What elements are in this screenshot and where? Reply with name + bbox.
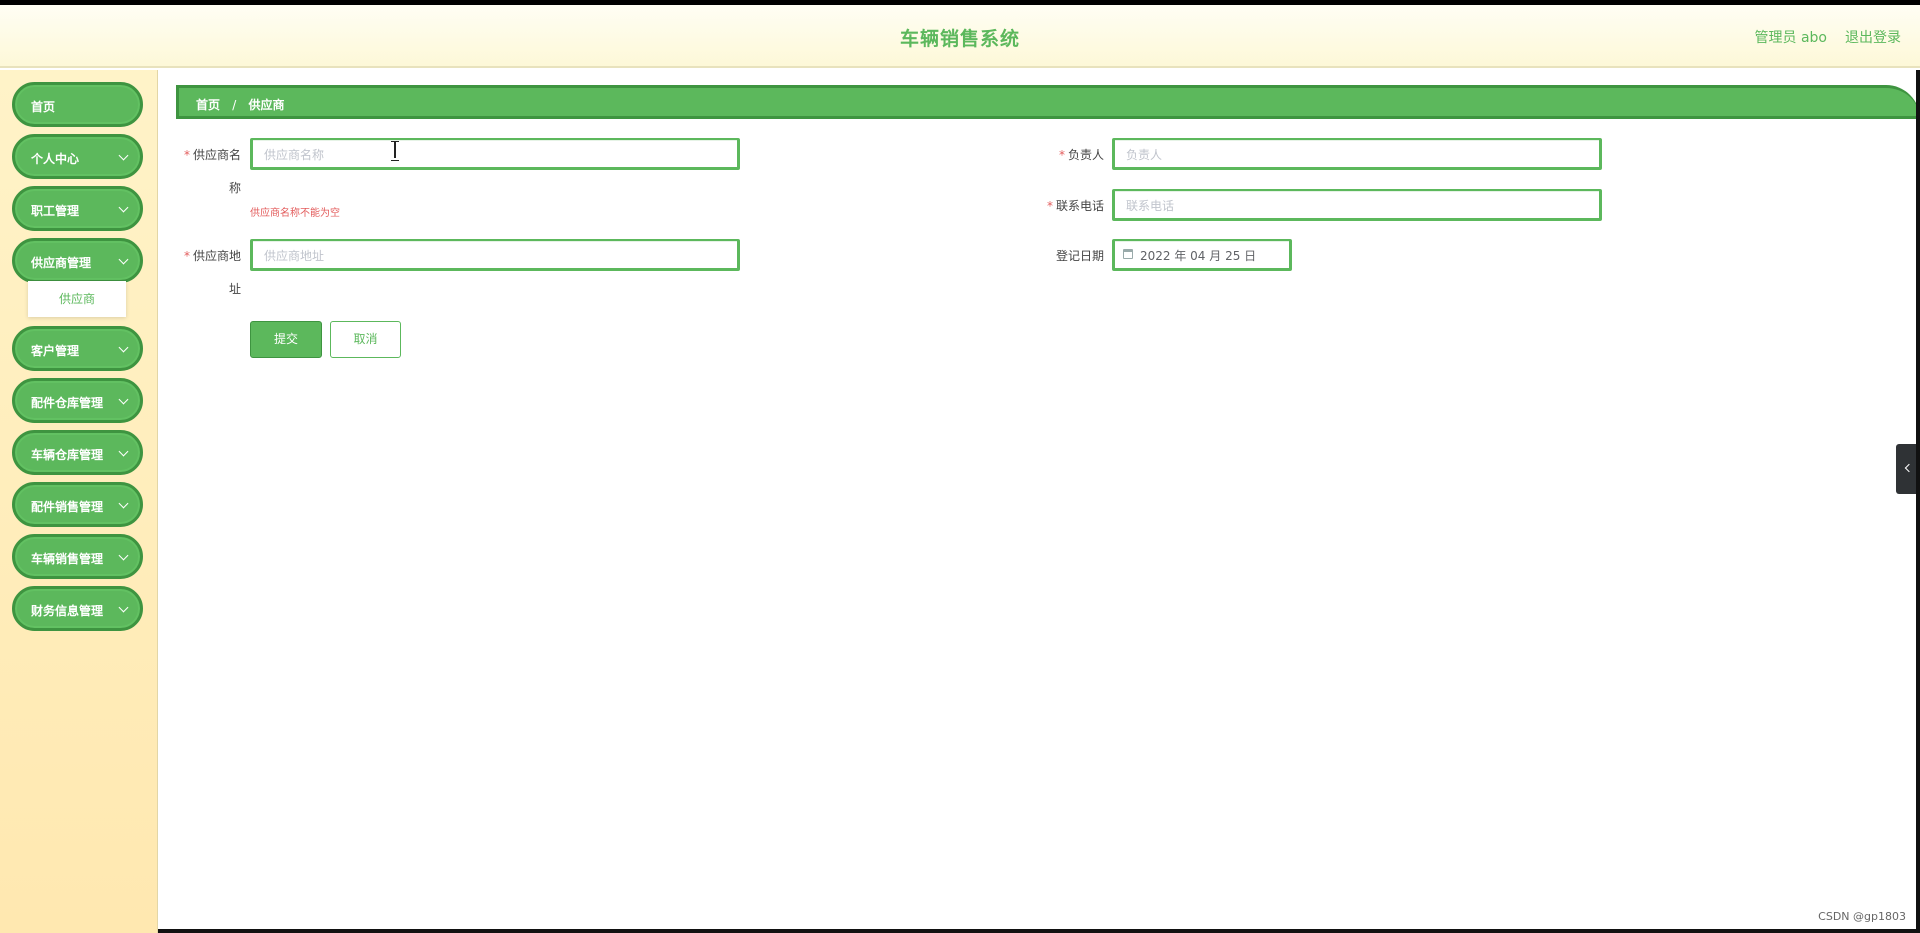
required-mark: *	[1046, 199, 1053, 213]
chevron-down-icon	[118, 550, 129, 561]
supplier-name-label: * 供应商名	[183, 148, 241, 162]
sidebar-item-label: 首页	[31, 100, 56, 114]
sidebar-item-label: 财务信息管理	[31, 604, 104, 618]
cancel-button[interactable]: 取消	[330, 321, 401, 358]
current-user: 管理员 abo	[1754, 30, 1827, 46]
sidebar-item-label: 供应商管理	[31, 256, 92, 270]
chevron-down-icon	[118, 498, 129, 509]
phone-input[interactable]: 联系电话	[1112, 189, 1602, 221]
sidebar-item-finance[interactable]: 财务信息管理	[12, 586, 143, 631]
chevron-down-icon	[118, 150, 129, 161]
chevron-down-icon	[118, 254, 129, 265]
header-bar: 车辆销售系统 管理员 abo 退出登录	[0, 5, 1920, 68]
chevron-down-icon	[118, 342, 129, 353]
submit-button[interactable]: 提交	[250, 321, 322, 358]
sidebar-item-label: 个人中心	[31, 152, 80, 166]
supplier-name-input[interactable]: 供应商名称	[250, 138, 740, 170]
chevron-down-icon	[118, 394, 129, 405]
chevron-down-icon	[118, 602, 129, 613]
supplier-address-input[interactable]: 供应商地址	[250, 239, 740, 271]
submenu-item-supplier[interactable]: 供应商	[28, 281, 126, 317]
breadcrumb: 首页 / 供应商	[176, 85, 1920, 119]
supplier-name-error: 供应商名称不能为空	[250, 208, 340, 219]
app-title: 车辆销售系统	[899, 28, 1020, 50]
calendar-icon	[1123, 249, 1133, 259]
sidebar-item-customers[interactable]: 客户管理	[12, 326, 143, 371]
phone-label: * 联系电话	[1046, 199, 1104, 213]
register-date-label: 登记日期	[1055, 249, 1104, 263]
register-date-picker[interactable]: 2022 年 04 月 25 日	[1112, 239, 1292, 271]
sidebar-item-staff[interactable]: 职工管理	[12, 186, 143, 231]
required-mark: *	[183, 249, 190, 263]
supplier-address-label-wrap: 址	[229, 282, 242, 296]
breadcrumb-current: 供应商	[248, 98, 285, 112]
contact-person-input[interactable]: 负责人	[1112, 138, 1602, 170]
sidebar-item-label: 车辆销售管理	[31, 552, 104, 566]
window-bottom-edge	[158, 929, 1920, 933]
sidebar-item-label: 车辆仓库管理	[31, 448, 104, 462]
sidebar-item-label: 客户管理	[31, 344, 80, 358]
window-right-edge	[1916, 70, 1920, 933]
breadcrumb-home[interactable]: 首页	[196, 98, 220, 112]
chevron-left-icon	[1904, 463, 1914, 473]
required-mark: *	[183, 148, 190, 162]
sidebar-item-parts-warehouse[interactable]: 配件仓库管理	[12, 378, 143, 423]
sidebar-item-label: 配件销售管理	[31, 500, 104, 514]
contact-person-label: * 负责人	[1058, 148, 1104, 162]
breadcrumb-separator: /	[232, 98, 237, 112]
sidebar-item-parts-sales[interactable]: 配件销售管理	[12, 482, 143, 527]
supplier-address-label: * 供应商地	[183, 249, 241, 263]
sidebar-item-home[interactable]: 首页	[12, 82, 143, 127]
text-cursor-icon	[391, 141, 399, 161]
supplier-name-label-wrap: 称	[229, 181, 242, 195]
sidebar-item-label: 配件仓库管理	[31, 396, 104, 410]
required-mark: *	[1058, 148, 1065, 162]
logout-link[interactable]: 退出登录	[1845, 27, 1901, 47]
sidebar-item-vehicle-warehouse[interactable]: 车辆仓库管理	[12, 430, 143, 475]
sidebar-item-suppliers[interactable]: 供应商管理	[12, 238, 143, 283]
chevron-down-icon	[118, 202, 129, 213]
chevron-down-icon	[118, 446, 129, 457]
sidebar-item-profile[interactable]: 个人中心	[12, 134, 143, 179]
sidebar-item-vehicle-sales[interactable]: 车辆销售管理	[12, 534, 143, 579]
watermark: CSDN @gp1803	[1818, 910, 1906, 923]
sidebar: 首页 个人中心 职工管理 供应商管理 供应商 客户管理 配件仓库管理 车辆仓库管…	[0, 70, 158, 933]
sidebar-item-label: 职工管理	[31, 204, 80, 218]
